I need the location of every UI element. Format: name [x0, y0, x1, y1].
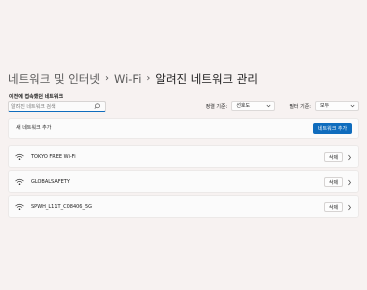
- sort-dropdown[interactable]: 선호도: [231, 101, 276, 111]
- add-network-label: 새 네트워크 추가: [16, 125, 52, 131]
- page-title: 알려진 네트워크 관리: [155, 72, 258, 86]
- filter-value: 모두: [320, 103, 330, 109]
- breadcrumb-separator: ›: [146, 73, 151, 84]
- network-item[interactable]: SPWH_L11T_C08406_5G 삭제: [8, 195, 359, 218]
- sort-value: 선호도: [236, 103, 251, 109]
- wifi-icon: [15, 153, 24, 160]
- search-icon: [94, 103, 100, 109]
- filter-dropdown[interactable]: 모두: [315, 101, 359, 111]
- chevron-right-icon[interactable]: [347, 204, 352, 211]
- chevron-down-icon: [266, 104, 271, 108]
- breadcrumb-separator: ›: [104, 73, 109, 84]
- sort-label: 정렬 기준:: [205, 103, 228, 110]
- network-item[interactable]: GLOBALSAFETY 삭제: [8, 170, 359, 193]
- network-item[interactable]: TOKYO FREE Wi-Fi 삭제: [8, 145, 359, 168]
- network-name: TOKYO FREE Wi-Fi: [31, 154, 76, 160]
- chevron-right-icon[interactable]: [347, 179, 352, 186]
- network-name: SPWH_L11T_C08406_5G: [31, 204, 93, 210]
- delete-button[interactable]: 삭제: [324, 177, 343, 187]
- filter-label: 필터 기준:: [289, 103, 311, 110]
- search-input[interactable]: [11, 102, 95, 111]
- chevron-down-icon: [350, 104, 355, 108]
- search-section-label: 이전에 접속했던 네트워크: [9, 94, 64, 100]
- wifi-icon: [15, 203, 24, 210]
- chevron-right-icon[interactable]: [347, 154, 352, 161]
- network-name: GLOBALSAFETY: [31, 179, 70, 185]
- breadcrumb-network-internet[interactable]: 네트워크 및 인터넷: [8, 71, 100, 87]
- wifi-icon: [15, 178, 24, 185]
- add-network-card: 새 네트워크 추가 네트워크 추가: [8, 118, 359, 139]
- search-box[interactable]: [8, 101, 106, 112]
- delete-button[interactable]: 삭제: [324, 202, 343, 212]
- add-network-button[interactable]: 네트워크 추가: [313, 123, 352, 134]
- filter-bar: 정렬 기준: 선호도 필터 기준: 모두: [206, 101, 359, 111]
- breadcrumb: 네트워크 및 인터넷 › Wi-Fi › 알려진 네트워크 관리: [8, 71, 258, 87]
- delete-button[interactable]: 삭제: [324, 152, 343, 162]
- breadcrumb-wifi[interactable]: Wi-Fi: [114, 71, 141, 87]
